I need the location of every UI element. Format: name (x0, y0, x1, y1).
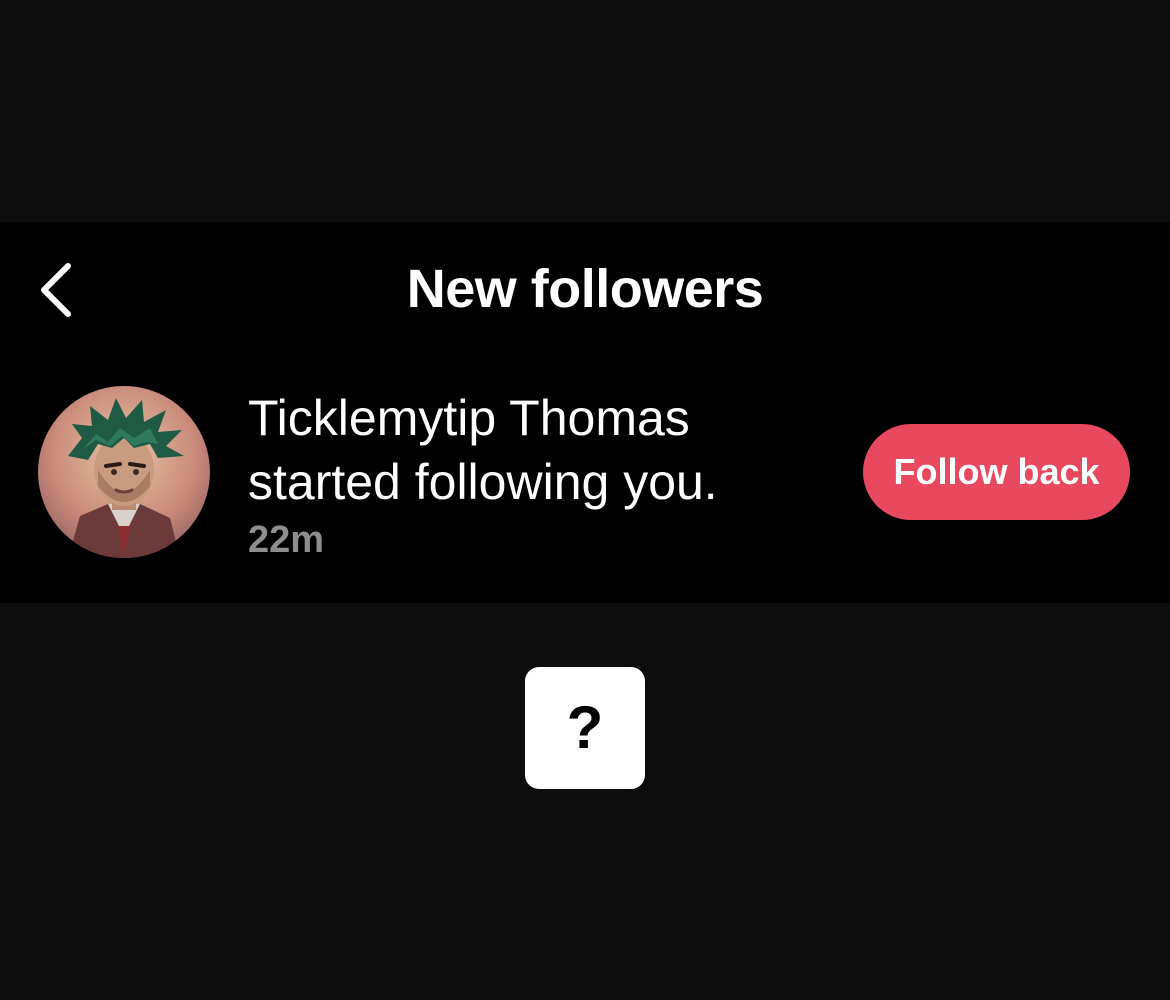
username[interactable]: Ticklemytip Thomas (248, 386, 828, 450)
page: New followers Ticklemytip Thomas started… (0, 0, 1170, 1000)
notifications-panel: New followers Ticklemytip Thomas started… (0, 222, 1170, 603)
timestamp: 22m (248, 519, 325, 561)
notification-text: Ticklemytip Thomas started following you… (248, 386, 828, 564)
header: New followers (0, 222, 1170, 354)
avatar-image (38, 386, 210, 558)
notification-message: started following you. (248, 454, 718, 510)
notification-row[interactable]: Ticklemytip Thomas started following you… (0, 372, 1170, 572)
question-mark-box: ? (525, 667, 645, 789)
avatar[interactable] (38, 386, 210, 558)
page-title: New followers (406, 259, 764, 319)
follow-back-button[interactable]: Follow back (863, 424, 1130, 520)
